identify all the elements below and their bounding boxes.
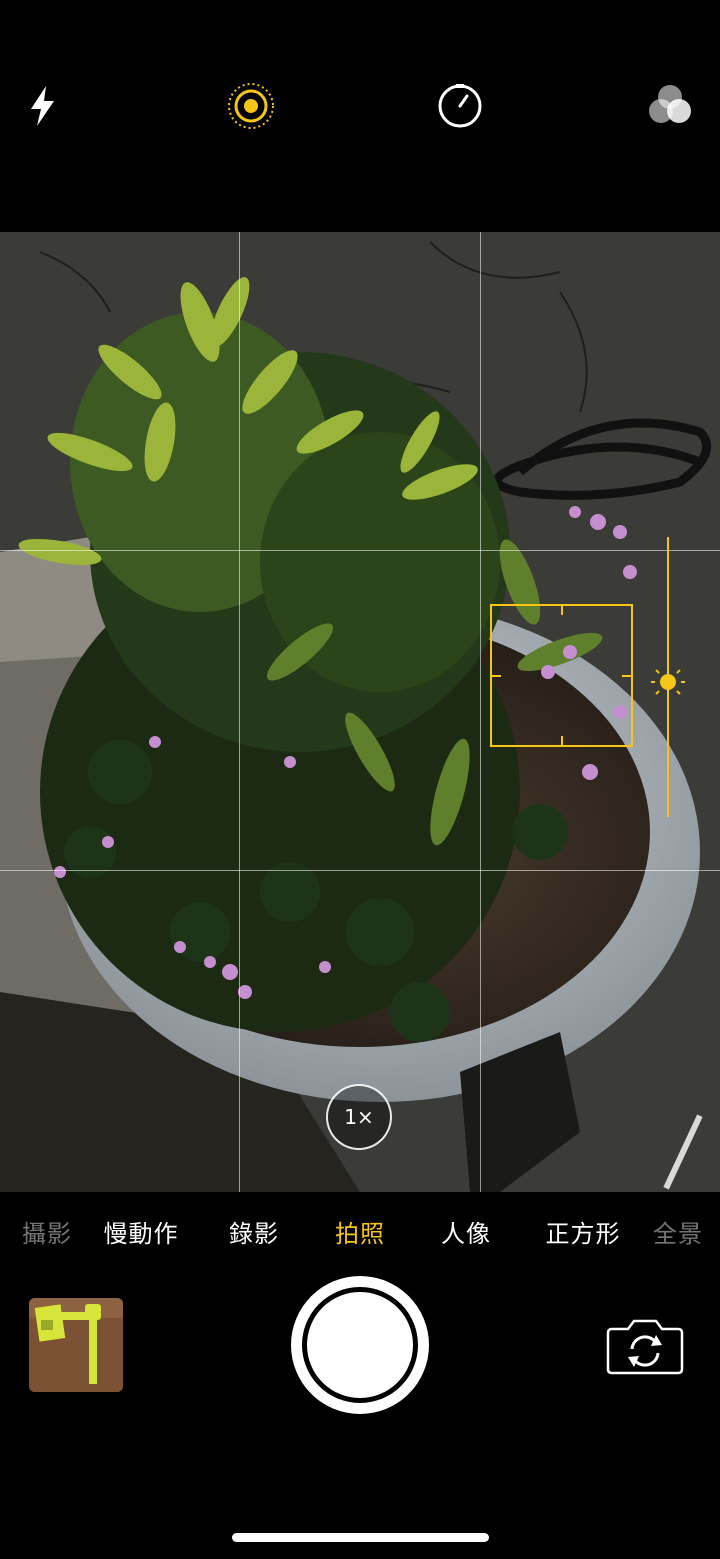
flash-icon[interactable] <box>19 82 67 130</box>
mode-pano[interactable]: 全景 <box>653 1214 703 1249</box>
grid-line <box>480 232 481 1192</box>
home-indicator[interactable] <box>232 1533 489 1542</box>
last-photo-thumbnail[interactable] <box>29 1298 123 1392</box>
grid-line <box>239 232 240 1192</box>
timer-icon[interactable] <box>436 82 484 130</box>
mode-photo[interactable]: 拍照 <box>335 1214 385 1249</box>
bottom-controls: 攝影 慢動作 錄影 拍照 人像 正方形 全景 <box>0 1192 720 1559</box>
grid-line <box>0 870 720 871</box>
live-photo-icon[interactable] <box>227 82 275 130</box>
shutter-button[interactable] <box>291 1276 429 1414</box>
mode-slo-mo[interactable]: 慢動作 <box>104 1214 179 1249</box>
mode-portrait[interactable]: 人像 <box>441 1214 491 1249</box>
zoom-button[interactable]: 1× <box>326 1084 392 1150</box>
viewfinder[interactable]: 1× <box>0 232 720 1192</box>
focus-box <box>490 604 633 747</box>
mode-video[interactable]: 錄影 <box>229 1214 279 1249</box>
exposure-slider[interactable] <box>640 537 696 817</box>
mode-time-lapse[interactable]: 攝影 <box>22 1214 72 1249</box>
mode-selector[interactable]: 攝影 慢動作 錄影 拍照 人像 正方形 全景 <box>0 1214 720 1254</box>
switch-camera-icon[interactable] <box>606 1317 684 1375</box>
mode-square[interactable]: 正方形 <box>546 1214 621 1249</box>
zoom-label: 1× <box>344 1105 374 1129</box>
grid-line <box>0 550 720 551</box>
filters-icon[interactable] <box>646 82 694 130</box>
top-toolbar <box>0 0 720 232</box>
